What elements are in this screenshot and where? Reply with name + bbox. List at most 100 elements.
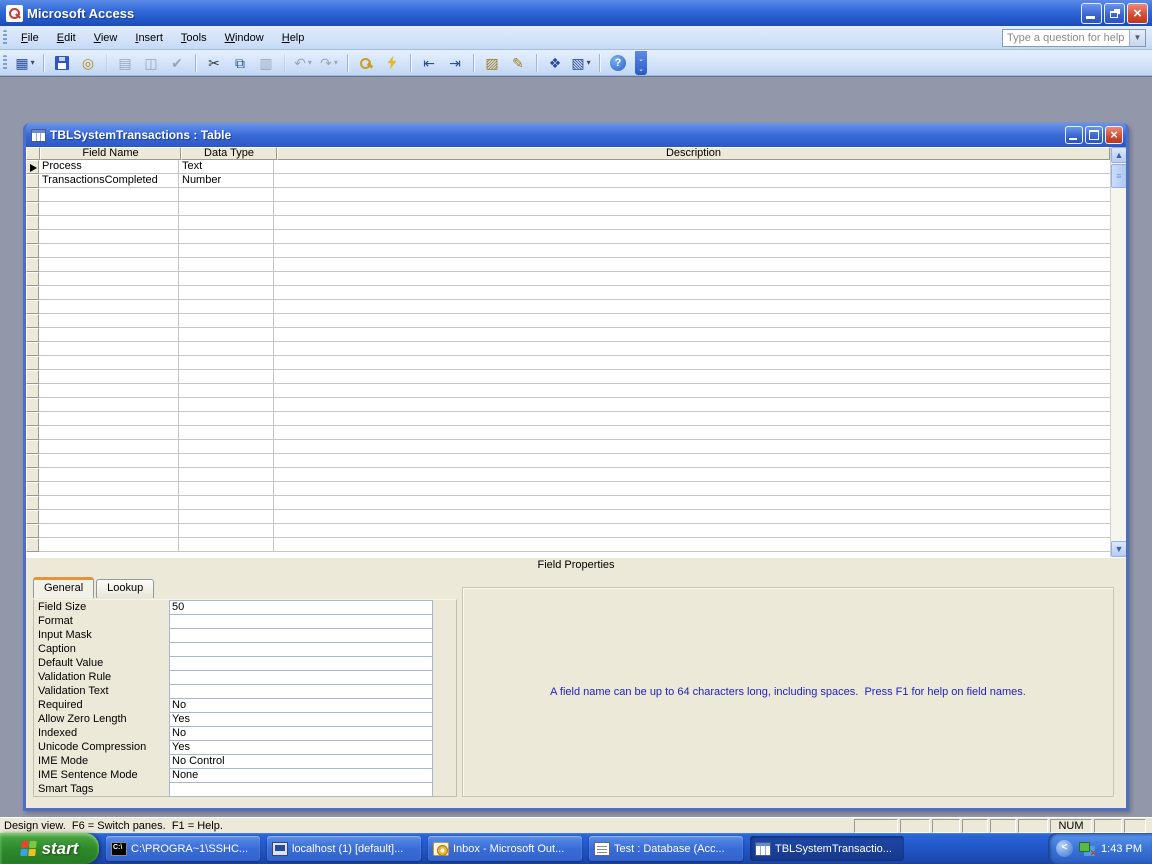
field-name-cell[interactable] [39, 538, 179, 552]
table-row[interactable] [26, 202, 1110, 216]
description-cell[interactable] [274, 524, 1110, 538]
field-name-cell[interactable] [39, 426, 179, 440]
description-cell[interactable] [274, 468, 1110, 482]
child-close-button[interactable]: × [1105, 126, 1123, 144]
data-type-cell[interactable] [179, 230, 274, 244]
toolbar-button[interactable]: ↶ [291, 52, 315, 74]
data-type-cell[interactable] [179, 384, 274, 398]
table-row[interactable] [26, 384, 1110, 398]
field-name-cell[interactable]: TransactionsCompleted [39, 174, 179, 188]
row-selector[interactable] [26, 468, 39, 482]
table-row[interactable] [26, 258, 1110, 272]
description-cell[interactable] [274, 538, 1110, 552]
toolbar-button[interactable]: ◫ [139, 52, 163, 74]
toolbar-button[interactable]: ▨ [480, 52, 504, 74]
field-name-cell[interactable] [39, 356, 179, 370]
scrollbar-thumb[interactable] [1111, 164, 1126, 188]
row-selector[interactable] [26, 174, 39, 188]
field-name-cell[interactable] [39, 188, 179, 202]
row-selector[interactable] [26, 496, 39, 510]
property-row[interactable]: IME Mode No Control [36, 755, 456, 769]
table-row[interactable] [26, 314, 1110, 328]
toolbar-button[interactable]: ⧉ [228, 52, 252, 74]
property-value-field[interactable]: None [169, 768, 433, 783]
table-row[interactable] [26, 510, 1110, 524]
table-row[interactable] [26, 440, 1110, 454]
menubar-drag-handle[interactable] [3, 30, 7, 46]
toolbar-button[interactable]: ↷ [317, 52, 341, 74]
toolbar-drag-handle[interactable] [3, 55, 7, 71]
description-cell[interactable] [274, 160, 1110, 174]
data-type-cell[interactable] [179, 370, 274, 384]
description-cell[interactable] [274, 216, 1110, 230]
property-row[interactable]: Caption [36, 643, 456, 657]
description-cell[interactable] [274, 496, 1110, 510]
data-type-cell[interactable]: Text [179, 160, 274, 174]
field-name-cell[interactable] [39, 286, 179, 300]
table-row[interactable] [26, 538, 1110, 552]
data-type-cell[interactable] [179, 286, 274, 300]
data-type-cell[interactable] [179, 496, 274, 510]
table-row[interactable] [26, 482, 1110, 496]
field-name-cell[interactable] [39, 468, 179, 482]
property-value-field[interactable] [169, 642, 433, 657]
field-name-cell[interactable]: Process [39, 160, 179, 174]
table-row[interactable] [26, 230, 1110, 244]
table-row[interactable] [26, 286, 1110, 300]
row-selector[interactable] [26, 160, 39, 174]
description-cell[interactable] [274, 258, 1110, 272]
data-type-cell[interactable] [179, 258, 274, 272]
table-row[interactable] [26, 524, 1110, 538]
data-type-cell[interactable] [179, 356, 274, 370]
description-cell[interactable] [274, 328, 1110, 342]
column-header-data-type[interactable]: Data Type [181, 147, 277, 160]
row-selector[interactable] [26, 258, 39, 272]
description-cell[interactable] [274, 300, 1110, 314]
row-selector[interactable] [26, 482, 39, 496]
data-type-cell[interactable] [179, 300, 274, 314]
row-selector[interactable] [26, 300, 39, 314]
data-type-cell[interactable]: Number [179, 174, 274, 188]
child-maximize-button[interactable] [1085, 126, 1103, 144]
column-header-field-name[interactable]: Field Name [40, 147, 181, 160]
row-selector[interactable] [26, 286, 39, 300]
description-cell[interactable] [274, 342, 1110, 356]
property-value-field[interactable]: No [169, 698, 433, 713]
toolbar-button[interactable]: ✎ [506, 52, 530, 74]
property-value-field[interactable]: Yes [169, 712, 433, 727]
field-name-cell[interactable] [39, 328, 179, 342]
data-type-cell[interactable] [179, 538, 274, 552]
toolbar-button[interactable]: ▤ [113, 52, 137, 74]
data-type-cell[interactable] [179, 188, 274, 202]
field-name-cell[interactable] [39, 230, 179, 244]
property-row[interactable]: Default Value [36, 657, 456, 671]
table-row[interactable] [26, 244, 1110, 258]
data-type-cell[interactable] [179, 524, 274, 538]
data-type-cell[interactable] [179, 412, 274, 426]
toolbar-button[interactable] [354, 52, 378, 74]
description-cell[interactable] [274, 426, 1110, 440]
description-cell[interactable] [274, 174, 1110, 188]
field-name-cell[interactable] [39, 342, 179, 356]
toolbar-button[interactable] [380, 52, 404, 74]
property-row[interactable]: Smart Tags [36, 783, 456, 797]
property-tab[interactable]: Lookup [96, 579, 154, 598]
row-selector[interactable] [26, 370, 39, 384]
property-row[interactable]: Validation Text [36, 685, 456, 699]
row-selector[interactable] [26, 440, 39, 454]
property-row[interactable]: IME Sentence Mode None [36, 769, 456, 783]
table-row[interactable] [26, 426, 1110, 440]
data-type-cell[interactable] [179, 454, 274, 468]
property-value-field[interactable]: Yes [169, 740, 433, 755]
property-tab[interactable]: General [33, 577, 94, 598]
field-name-cell[interactable] [39, 202, 179, 216]
description-cell[interactable] [274, 356, 1110, 370]
menu-item[interactable]: Insert [126, 29, 172, 47]
field-name-cell[interactable] [39, 314, 179, 328]
property-value-field[interactable]: No [169, 726, 433, 741]
toolbar-button[interactable]: ▥ [254, 52, 278, 74]
table-row[interactable] [26, 328, 1110, 342]
table-row[interactable] [26, 342, 1110, 356]
table-row[interactable] [26, 468, 1110, 482]
description-cell[interactable] [274, 482, 1110, 496]
